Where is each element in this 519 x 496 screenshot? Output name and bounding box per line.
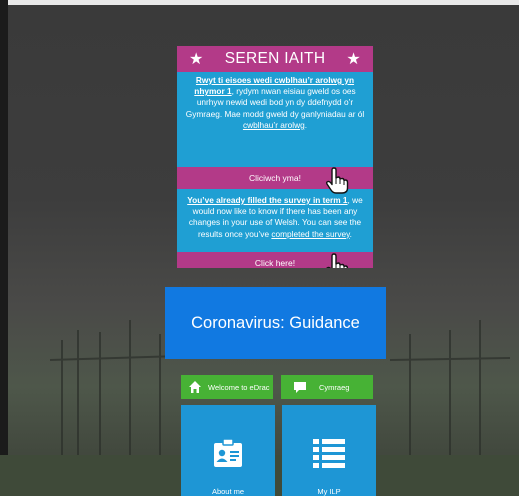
coronavirus-guidance-button[interactable]: Coronavirus: Guidance <box>165 287 386 359</box>
about-me-label: About me <box>211 487 245 496</box>
pointer-hand-icon <box>325 167 349 194</box>
cymraeg-label: Cymraeg <box>319 382 350 392</box>
welsh-message: Rwyt ti eisoes wedi cwblhau’r arolwg yn … <box>177 72 373 167</box>
my-ilp-label: My ILP <box>317 487 341 496</box>
my-ilp-tile[interactable]: My ILP <box>282 405 376 496</box>
english-message: You’ve already filled the survey in term… <box>177 189 373 252</box>
speech-bubble-icon <box>294 382 306 393</box>
pointer-hand-icon <box>326 253 349 268</box>
window-top-edge <box>0 0 519 5</box>
home-icon <box>189 381 201 393</box>
english-click-label: Click here! <box>254 258 296 268</box>
english-message-end: . <box>349 228 352 239</box>
banner-header: ★ SEREN IAITH ★ <box>177 46 373 72</box>
english-click-button[interactable]: Click here! <box>177 252 373 268</box>
banner-title: SEREN IAITH <box>224 50 326 67</box>
star-icon: ★ <box>346 51 361 68</box>
welsh-message-end: . <box>304 119 308 130</box>
star-icon: ★ <box>189 51 204 68</box>
welsh-complete-link[interactable]: cwblhau’r arolwg <box>243 120 305 130</box>
coronavirus-guidance-label: Coronavirus: Guidance <box>191 313 360 332</box>
english-complete-link[interactable]: completed the survey <box>271 229 349 239</box>
welcome-edrac-button[interactable]: Welcome to eDrac <box>181 375 273 399</box>
cymraeg-button[interactable]: Cymraeg <box>281 375 373 399</box>
welsh-click-label: Cliciwch yma! <box>249 173 301 183</box>
welsh-click-button[interactable]: Cliciwch yma! <box>177 167 373 194</box>
english-survey-link[interactable]: You’ve already filled the survey in term… <box>187 195 347 205</box>
id-badge-icon <box>214 438 242 467</box>
list-icon <box>313 439 345 468</box>
language-survey-banner: ★ SEREN IAITH ★ Rwyt ti eisoes wedi cwbl… <box>177 46 373 268</box>
window-left-edge <box>0 0 8 496</box>
about-me-tile[interactable]: About me <box>181 405 275 496</box>
welcome-edrac-label: Welcome to eDrac <box>208 382 270 392</box>
